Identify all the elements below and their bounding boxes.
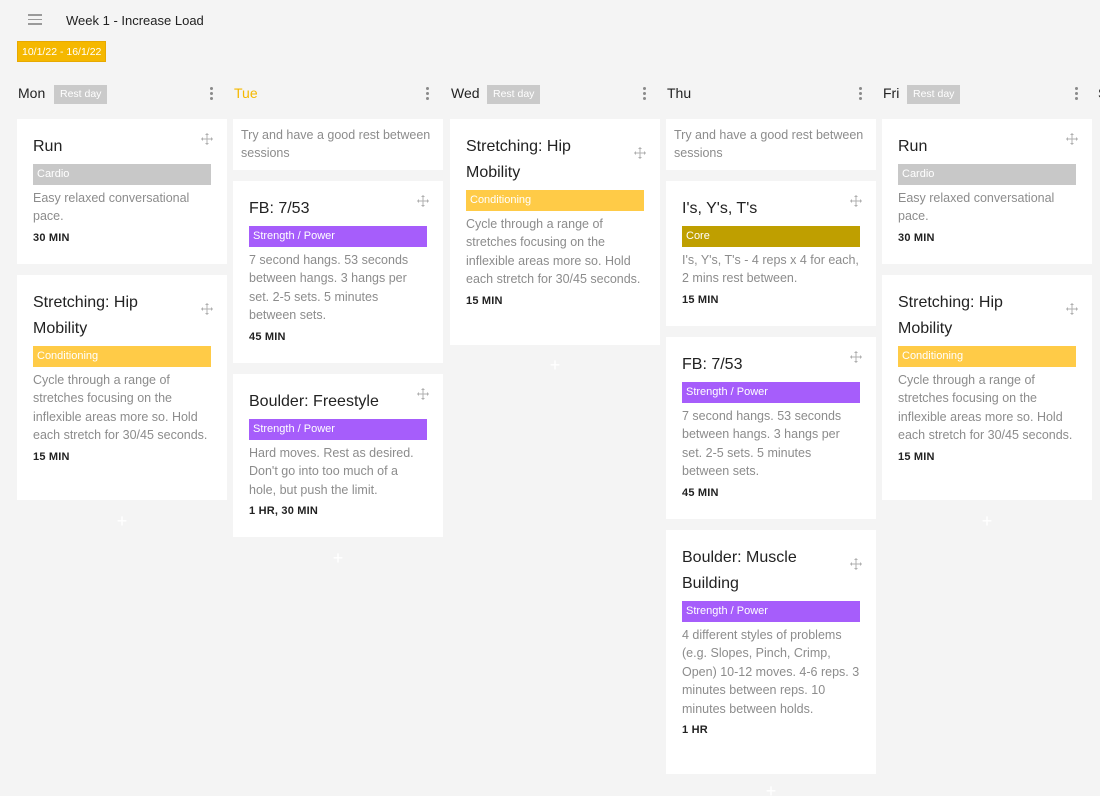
rest-day-badge[interactable]: Rest day (907, 85, 961, 104)
more-options-icon[interactable] (859, 87, 863, 101)
card-title: I's, Y's, T's (682, 200, 758, 217)
day-header: Fri Rest day (882, 82, 1092, 106)
day-header: Tue (233, 82, 443, 106)
add-workout-icon[interactable]: + (331, 549, 345, 567)
card-duration: 1 HR (682, 724, 708, 737)
day-header: Thu (666, 82, 876, 106)
rest-day-badge[interactable]: Rest day (54, 85, 108, 104)
day-column-tue: Tue Try and have a good rest between ses… (233, 82, 443, 567)
card-description: Cycle through a range of stretches focus… (466, 217, 641, 287)
more-options-icon[interactable] (210, 87, 214, 101)
category-tag: Cardio (33, 164, 211, 185)
week-title: Week 1 - Increase Load (66, 13, 204, 28)
card-title: Run (33, 138, 63, 155)
card-duration: 15 MIN (33, 450, 70, 463)
card-title: Boulder: Muscle Building (682, 549, 797, 592)
more-options-icon[interactable] (643, 87, 647, 101)
card-title: Run (898, 138, 928, 155)
day-name: Thu (667, 85, 692, 101)
drag-handle-icon[interactable] (417, 388, 429, 400)
drag-handle-icon[interactable] (201, 303, 213, 315)
category-tag: Conditioning (898, 346, 1076, 367)
day-note[interactable]: Try and have a good rest between session… (233, 119, 443, 170)
card-duration: 30 MIN (898, 231, 935, 244)
card-description: 4 different styles of problems (e.g. Slo… (682, 628, 860, 716)
day-header: Wed Rest day (450, 82, 660, 106)
category-tag: Strength / Power (682, 382, 860, 403)
card-duration: 1 HR, 30 MIN (249, 505, 319, 518)
category-tag: Conditioning (33, 346, 211, 367)
category-tag: Core (682, 226, 860, 247)
card-title: Stretching: Hip Mobility (33, 294, 138, 337)
add-workout-icon[interactable]: + (764, 782, 778, 796)
day-name: Fri (883, 85, 900, 101)
category-tag: Strength / Power (682, 601, 860, 622)
more-options-icon[interactable] (426, 87, 430, 101)
day-column-wed: Wed Rest day Stretching: Hip Mobility Co… (450, 82, 660, 374)
workout-card[interactable]: Stretching: Hip Mobility Conditioning Cy… (450, 119, 660, 345)
workout-card[interactable]: FB: 7/53 Strength / Power 7 second hangs… (666, 337, 876, 519)
rest-day-badge[interactable]: Rest day (487, 85, 541, 104)
drag-handle-icon[interactable] (1066, 303, 1078, 315)
card-title: FB: 7/53 (682, 356, 743, 373)
card-description: I's, Y's, T's - 4 reps x 4 for each, 2 m… (682, 253, 859, 286)
drag-handle-icon[interactable] (850, 195, 862, 207)
card-description: 7 second hangs. 53 seconds between hangs… (249, 253, 409, 323)
category-tag: Conditioning (466, 190, 644, 211)
card-duration: 15 MIN (466, 294, 503, 307)
drag-handle-icon[interactable] (634, 147, 646, 159)
drag-handle-icon[interactable] (850, 558, 862, 570)
hamburger-menu-icon[interactable] (28, 14, 42, 25)
day-header: Mon Rest day (17, 82, 227, 106)
category-tag: Strength / Power (249, 419, 427, 440)
card-description: Easy relaxed conversational pace. (33, 191, 190, 224)
card-duration: 45 MIN (249, 330, 286, 343)
card-duration: 15 MIN (682, 293, 719, 306)
workout-card[interactable]: Run Cardio Easy relaxed conversational p… (17, 119, 227, 264)
card-description: Cycle through a range of stretches focus… (898, 373, 1073, 443)
workout-card[interactable]: I's, Y's, T's Core I's, Y's, T's - 4 rep… (666, 181, 876, 326)
workout-card[interactable]: Boulder: Freestyle Strength / Power Hard… (233, 374, 443, 537)
top-bar: Week 1 - Increase Load (0, 0, 1100, 40)
card-description: Cycle through a range of stretches focus… (33, 373, 208, 443)
workout-card[interactable]: Boulder: Muscle Building Strength / Powe… (666, 530, 876, 774)
card-title: FB: 7/53 (249, 200, 310, 217)
workout-card[interactable]: FB: 7/53 Strength / Power 7 second hangs… (233, 181, 443, 363)
workout-card[interactable]: Stretching: Hip Mobility Conditioning Cy… (882, 275, 1092, 500)
day-note[interactable]: Try and have a good rest between session… (666, 119, 876, 170)
add-workout-icon[interactable]: + (548, 356, 562, 374)
day-column-thu: Thu Try and have a good rest between ses… (666, 82, 876, 796)
card-title: Stretching: Hip Mobility (898, 294, 1003, 337)
category-tag: Cardio (898, 164, 1076, 185)
drag-handle-icon[interactable] (417, 195, 429, 207)
card-duration: 45 MIN (682, 486, 719, 499)
drag-handle-icon[interactable] (1066, 133, 1078, 145)
add-workout-icon[interactable]: + (115, 512, 129, 530)
more-options-icon[interactable] (1075, 87, 1079, 101)
card-description: Easy relaxed conversational pace. (898, 191, 1055, 224)
date-range-badge[interactable]: 10/1/22 - 16/1/22 (17, 41, 107, 62)
card-duration: 15 MIN (898, 450, 935, 463)
day-name: Mon (18, 85, 46, 101)
card-title: Boulder: Freestyle (249, 393, 379, 410)
card-duration: 30 MIN (33, 231, 70, 244)
card-description: 7 second hangs. 53 seconds between hangs… (682, 409, 842, 479)
workout-card[interactable]: Run Cardio Easy relaxed conversational p… (882, 119, 1092, 264)
day-column-mon: Mon Rest day Run Cardio Easy relaxed con… (17, 82, 227, 530)
card-description: Hard moves. Rest as desired. Don't go in… (249, 446, 414, 497)
category-tag: Strength / Power (249, 226, 427, 247)
drag-handle-icon[interactable] (201, 133, 213, 145)
day-column-fri: Fri Rest day Run Cardio Easy relaxed con… (882, 82, 1092, 530)
day-name: Wed (451, 85, 480, 101)
add-workout-icon[interactable]: + (980, 512, 994, 530)
workout-card[interactable]: Stretching: Hip Mobility Conditioning Cy… (17, 275, 227, 500)
day-name: Tue (234, 85, 258, 101)
drag-handle-icon[interactable] (850, 351, 862, 363)
card-title: Stretching: Hip Mobility (466, 138, 571, 181)
